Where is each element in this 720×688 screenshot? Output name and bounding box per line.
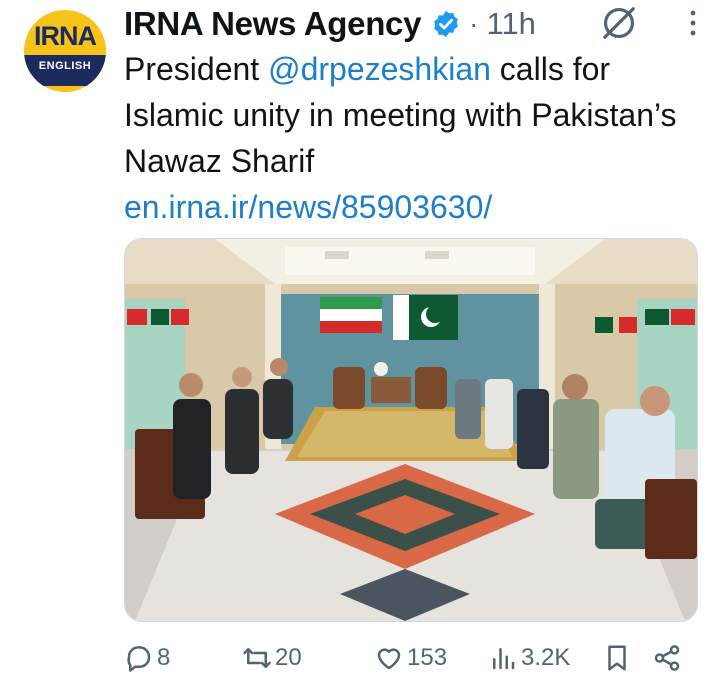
grok-icon[interactable] (600, 4, 638, 42)
like-icon (377, 648, 401, 670)
bookmark-button[interactable] (602, 643, 652, 673)
header-separator: · (469, 8, 479, 39)
post-text: President @drpezeshkian calls for Islami… (124, 46, 704, 230)
account-name[interactable]: IRNA News Agency (124, 5, 421, 43)
share-icon (654, 645, 680, 671)
post-text-start: President (124, 51, 269, 87)
reply-icon (127, 646, 151, 672)
post-photo[interactable] (124, 238, 698, 622)
meeting-room-image (125, 239, 697, 621)
repost-count: 20 (275, 644, 302, 671)
repost-icon (243, 648, 271, 668)
verified-badge-icon[interactable] (431, 9, 461, 39)
avatar-logo-subtext: ENGLISH (24, 54, 106, 86)
mention-link[interactable]: @drpezeshkian (268, 51, 491, 87)
view-count: 3.2K (521, 644, 571, 671)
avatar[interactable]: IRNA ENGLISH (24, 10, 106, 92)
views-icon (493, 648, 515, 670)
more-icon[interactable] (686, 8, 700, 38)
reply-button[interactable]: 8 (124, 643, 242, 673)
action-bar: 8 20 153 3.2K (124, 636, 694, 680)
article-link[interactable]: en.irna.ir/news/85903630/ (124, 189, 492, 225)
reply-count: 8 (157, 644, 171, 671)
repost-button[interactable]: 20 (242, 643, 374, 673)
avatar-logo-text: IRNA (34, 20, 97, 51)
like-button[interactable]: 153 (374, 643, 488, 673)
share-button[interactable] (652, 643, 692, 673)
like-count: 153 (407, 644, 448, 671)
views-button[interactable]: 3.2K (488, 643, 602, 673)
bookmark-icon (608, 645, 626, 671)
post-timestamp[interactable]: 11h (487, 6, 536, 42)
